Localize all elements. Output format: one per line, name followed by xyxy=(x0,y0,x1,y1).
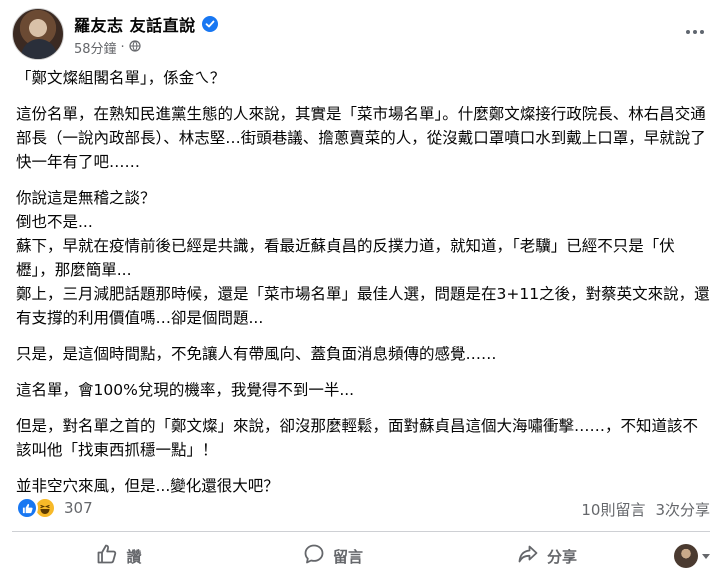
post-paragraph: 這份名單，在熟知民進黨生態的人來說，其實是「菜市場名單」。什麼鄭文燦接行政院長、… xyxy=(16,105,706,171)
post-paragraph: 只是，是這個時間點，不免讓人有帶風向、蓋負面消息頻傳的感覺…… xyxy=(16,345,497,363)
post-paragraph: 並非空穴來風，但是...變化還很大吧？ xyxy=(16,477,279,495)
post-meta: 58分鐘 · xyxy=(74,38,141,57)
post-timestamp[interactable]: 58分鐘 xyxy=(74,38,117,57)
viewer-selector[interactable] xyxy=(654,544,710,568)
post-paragraph: 這名單，會100%兌現的機率，我覺得不到一半... xyxy=(16,381,355,399)
meta-separator: · xyxy=(120,40,125,55)
like-label: 讚 xyxy=(126,547,142,566)
action-bar: 讚 留言 分享 xyxy=(12,536,710,576)
divider xyxy=(12,531,710,532)
post-paragraph: 「鄭文燦組閣名單」，係金ㄟ？ xyxy=(16,69,226,87)
reactions-summary[interactable]: 307 xyxy=(16,497,93,519)
avatar-figure xyxy=(21,39,57,59)
comment-label: 留言 xyxy=(332,547,363,566)
dot xyxy=(693,30,697,34)
like-button[interactable]: 讚 xyxy=(12,538,226,574)
author-avatar[interactable] xyxy=(12,8,64,60)
share-arrow-icon xyxy=(517,543,539,569)
post-paragraph: 你說這是無稽之談？ 倒也不是... 蘇下，早就在疫情前後已經是共識，看最近蘇貞昌… xyxy=(16,189,710,327)
author-name[interactable]: 羅友志 友話直說 xyxy=(74,12,196,36)
reaction-count: 307 xyxy=(64,499,93,517)
engagement-stats: 10則留言 3次分享 xyxy=(581,499,710,520)
author-name-row: 羅友志 友話直說 xyxy=(74,12,218,36)
thumbs-up-icon xyxy=(96,543,118,569)
post-header: 羅友志 友話直說 58分鐘 · xyxy=(12,8,712,60)
globe-icon[interactable] xyxy=(129,39,141,56)
share-button[interactable]: 分享 xyxy=(440,538,654,574)
share-label: 分享 xyxy=(546,547,577,566)
like-reaction-icon xyxy=(16,497,38,519)
chevron-down-icon xyxy=(702,553,710,559)
comment-bubble-icon xyxy=(303,543,325,569)
more-options-icon[interactable] xyxy=(680,20,710,44)
share-count[interactable]: 3次分享 xyxy=(655,499,710,520)
post-body: 「鄭文燦組閣名單」，係金ㄟ？ 這份名單，在熟知民進黨生態的人來說，其實是「菜市場… xyxy=(16,64,710,498)
comment-button[interactable]: 留言 xyxy=(226,538,440,574)
post-paragraph: 但是，對名單之首的「鄭文燦」來說，卻沒那麼輕鬆，面對蘇貞昌這個大海嘯衝擊……，不… xyxy=(16,417,699,459)
viewer-avatar xyxy=(674,544,698,568)
comment-count[interactable]: 10則留言 xyxy=(581,499,645,520)
verified-badge-icon xyxy=(201,16,218,32)
dot xyxy=(686,30,690,34)
dot xyxy=(700,30,704,34)
